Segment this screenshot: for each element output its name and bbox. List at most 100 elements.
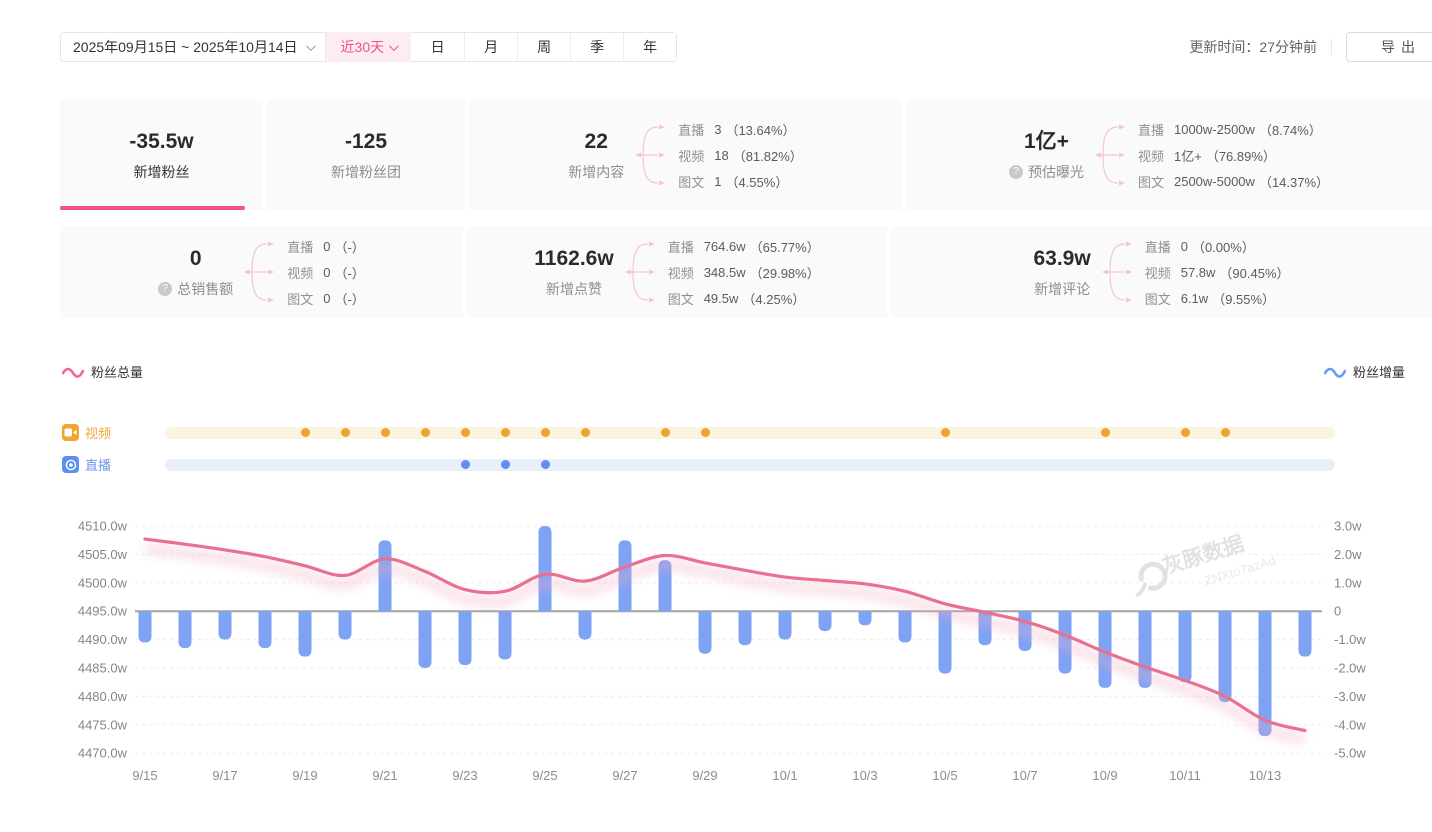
breakdown-value: 6.1w (1181, 291, 1208, 306)
stat-card-estimated-exposure[interactable]: 1亿+ ? 预估曝光 直播1000w-2500w（8.74%） 视频1亿+（76… (906, 100, 1432, 210)
live-event-dot[interactable] (501, 460, 510, 469)
svg-text:-3.0w: -3.0w (1334, 689, 1366, 704)
chevron-down-icon (306, 41, 316, 51)
stat-card-new-comments[interactable]: 63.9w 新增评论 直播0（0.00%） 视频57.8w（90.45%） 图文… (891, 226, 1432, 318)
live-event-dot[interactable] (541, 460, 550, 469)
breakdown-value: 2500w-5000w (1174, 174, 1255, 189)
video-event-dot[interactable] (421, 428, 430, 437)
stat-label: 新增粉丝团 (331, 162, 401, 182)
live-event-dot[interactable] (461, 460, 470, 469)
breakdown-ratio: （29.98%） (750, 263, 820, 282)
video-event-dot[interactable] (501, 428, 510, 437)
stat-label: 预估曝光 (1028, 162, 1084, 182)
svg-text:9/23: 9/23 (452, 768, 477, 783)
chevron-down-icon (389, 41, 399, 51)
update-time: 更新时间：27分钟前 (1189, 37, 1317, 57)
stat-label: 新增点赞 (546, 279, 602, 299)
breakdown-row: 视频57.8w（90.45%） (1145, 262, 1290, 282)
toolbar-right: 更新时间：27分钟前 导出 (1189, 32, 1432, 62)
export-button[interactable]: 导出 (1346, 32, 1432, 62)
breakdown-connector (634, 113, 668, 197)
breakdown-ratio: （-） (334, 237, 364, 256)
video-event-dot[interactable] (701, 428, 710, 437)
svg-text:9/27: 9/27 (612, 768, 637, 783)
svg-text:9/15: 9/15 (132, 768, 157, 783)
legend-fans-total[interactable]: 粉丝总量 (62, 362, 143, 381)
video-event-dot[interactable] (941, 428, 950, 437)
legend-fans-increment[interactable]: 粉丝增量 (1324, 362, 1405, 381)
stat-value: 63.9w (1033, 246, 1090, 272)
breakdown-list: 直播0（0.00%） 视频57.8w（90.45%） 图文6.1w（9.55%） (1145, 236, 1290, 308)
video-event-dot[interactable] (1221, 428, 1230, 437)
svg-text:9/21: 9/21 (372, 768, 397, 783)
video-events-row: 视频 (62, 424, 1432, 441)
breakdown-row: 视频1亿+（76.89%） (1138, 145, 1329, 165)
live-events-label: 直播 (62, 455, 165, 474)
breakdown-row: 直播0（-） (287, 236, 365, 256)
breakdown-value: 57.8w (1181, 265, 1216, 280)
tab-day[interactable]: 日 (411, 33, 464, 61)
svg-text:10/11: 10/11 (1169, 768, 1201, 783)
video-event-dot[interactable] (461, 428, 470, 437)
help-icon[interactable]: ? (1009, 165, 1023, 179)
svg-text:4485.0w: 4485.0w (78, 661, 128, 676)
stat-card-new-content[interactable]: 22 新增内容 直播3（13.64%） 视频18（81.82%） 图文1（4.5… (469, 100, 902, 210)
breakdown-value: 1 (714, 174, 721, 189)
breakdown-ratio: （-） (334, 289, 364, 308)
tab-quarter[interactable]: 季 (570, 33, 623, 61)
breakdown-row: 视频348.5w（29.98%） (668, 262, 820, 282)
breakdown-name: 图文 (1145, 289, 1171, 308)
svg-text:4500.0w: 4500.0w (78, 575, 128, 590)
video-event-dot[interactable] (661, 428, 670, 437)
stat-card-total-sales[interactable]: 0 ? 总销售额 直播0（-） 视频0（-） 图文0（-） (60, 226, 463, 318)
stat-card-new-fanclub[interactable]: -125 新增粉丝团 (267, 100, 465, 210)
tab-week[interactable]: 周 (517, 33, 570, 61)
video-camera-icon (62, 424, 79, 441)
video-event-dot[interactable] (1181, 428, 1190, 437)
breakdown-row: 视频18（81.82%） (678, 145, 803, 165)
breakdown-ratio: （8.74%） (1259, 120, 1322, 139)
stat-label: 总销售额 (177, 279, 233, 299)
fans-trend-chart[interactable]: 4510.0w3.0w4505.0w2.0w4500.0w1.0w4495.0w… (0, 480, 1432, 815)
video-event-dot[interactable] (381, 428, 390, 437)
breakdown-name: 直播 (668, 237, 694, 256)
date-range-picker[interactable]: 2025年09月15日 ~ 2025年10月14日 (60, 32, 326, 62)
breakdown-row: 图文1（4.55%） (678, 171, 803, 191)
tab-year[interactable]: 年 (623, 33, 676, 61)
help-icon[interactable]: ? (158, 282, 172, 296)
video-event-dot[interactable] (341, 428, 350, 437)
breakdown-ratio: （13.64%） (725, 120, 795, 139)
stat-label: 新增粉丝 (133, 162, 189, 182)
tab-month[interactable]: 月 (464, 33, 517, 61)
quick-range-last30-button[interactable]: 近30天 (326, 32, 412, 62)
video-event-dot[interactable] (541, 428, 550, 437)
legend-label: 粉丝增量 (1353, 362, 1405, 381)
breakdown-name: 视频 (1145, 263, 1171, 282)
breakdown-value: 0 (323, 265, 330, 280)
legend-label: 粉丝总量 (91, 362, 143, 381)
svg-text:10/5: 10/5 (932, 768, 957, 783)
svg-text:4480.0w: 4480.0w (78, 689, 128, 704)
breakdown-ratio: （4.55%） (725, 172, 788, 191)
stat-card-new-fans[interactable]: -35.5w 新增粉丝 (60, 100, 263, 210)
stat-card-new-likes[interactable]: 1162.6w 新增点赞 直播764.6w（65.77%） 视频348.5w（2… (467, 226, 887, 318)
breakdown-name: 视频 (668, 263, 694, 282)
svg-text:10/1: 10/1 (772, 768, 797, 783)
svg-text:3.0w: 3.0w (1334, 519, 1362, 534)
svg-text:4495.0w: 4495.0w (78, 604, 128, 619)
video-event-dot[interactable] (301, 428, 310, 437)
stat-value: -35.5w (129, 129, 193, 155)
video-event-dot[interactable] (581, 428, 590, 437)
breakdown-value: 0 (323, 291, 330, 306)
breakdown-connector (624, 230, 658, 314)
breakdown-name: 直播 (1138, 120, 1164, 139)
chart-legend-row: 粉丝总量 粉丝增量 (62, 360, 1405, 382)
breakdown-value: 764.6w (704, 239, 746, 254)
breakdown-value: 3 (714, 122, 721, 137)
video-event-dot[interactable] (1101, 428, 1110, 437)
svg-text:4490.0w: 4490.0w (78, 632, 128, 647)
breakdown-connector (1101, 230, 1135, 314)
breakdown-name: 图文 (668, 289, 694, 308)
divider (1331, 39, 1332, 55)
stat-value: 1162.6w (534, 246, 613, 272)
